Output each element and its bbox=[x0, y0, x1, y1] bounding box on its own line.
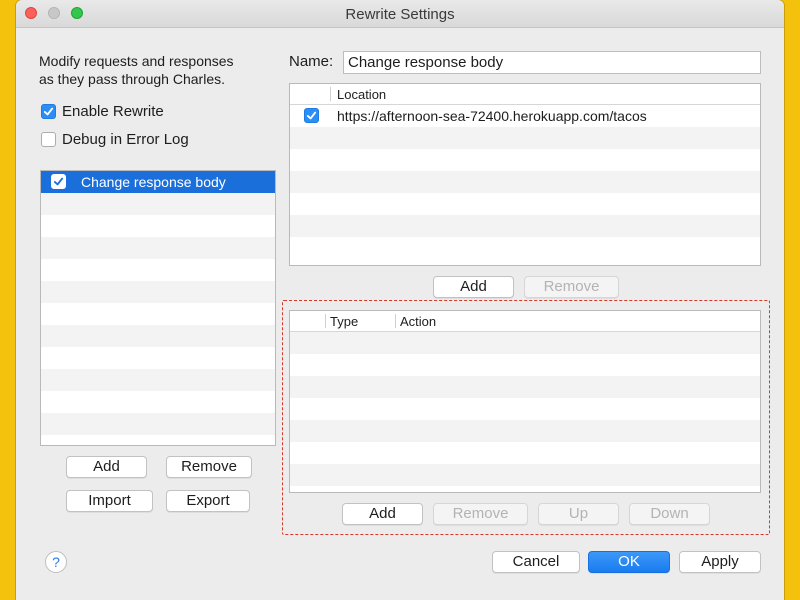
empty-row bbox=[41, 413, 275, 435]
enable-rewrite-checkbox[interactable] bbox=[41, 104, 56, 119]
location-enabled-checkbox[interactable] bbox=[304, 108, 319, 123]
import-button[interactable]: Import bbox=[66, 490, 153, 512]
window-title: Rewrite Settings bbox=[345, 6, 455, 23]
column-separator bbox=[325, 314, 326, 328]
empty-row bbox=[290, 398, 760, 420]
rules-table-header: Type Action bbox=[290, 311, 760, 332]
rewrite-set-label[interactable]: Change response body bbox=[81, 174, 226, 190]
empty-row bbox=[41, 391, 275, 413]
empty-row bbox=[41, 215, 275, 237]
empty-row bbox=[41, 259, 275, 281]
locations-table-header: Location bbox=[290, 84, 760, 105]
title-bar: Rewrite Settings bbox=[16, 0, 784, 28]
debug-error-log-label[interactable]: Debug in Error Log bbox=[62, 131, 189, 148]
debug-error-log-checkbox[interactable] bbox=[41, 132, 56, 147]
empty-row bbox=[41, 193, 275, 215]
intro-text: Modify requests and responses as they pa… bbox=[39, 52, 234, 88]
empty-row bbox=[290, 420, 760, 442]
name-field[interactable]: Change response body bbox=[343, 51, 761, 74]
empty-row bbox=[41, 369, 275, 391]
checkmark-icon bbox=[43, 107, 54, 116]
empty-row bbox=[290, 376, 760, 398]
column-separator bbox=[395, 314, 396, 328]
move-rule-up-button[interactable]: Up bbox=[538, 503, 619, 525]
apply-button[interactable]: Apply bbox=[679, 551, 761, 573]
checkmark-icon bbox=[53, 177, 64, 186]
add-rule-button[interactable]: Add bbox=[342, 503, 423, 525]
empty-row bbox=[41, 303, 275, 325]
empty-row bbox=[290, 442, 760, 464]
empty-row bbox=[290, 171, 760, 193]
empty-row bbox=[290, 354, 760, 376]
action-column-header[interactable]: Action bbox=[400, 314, 436, 329]
location-row[interactable]: https://afternoon-sea-72400.herokuapp.co… bbox=[290, 105, 760, 127]
empty-row bbox=[290, 464, 760, 486]
add-location-button[interactable]: Add bbox=[433, 276, 514, 298]
rewrite-settings-window: Rewrite Settings Modify requests and res… bbox=[16, 0, 784, 600]
remove-rule-button[interactable]: Remove bbox=[433, 503, 528, 525]
export-button[interactable]: Export bbox=[166, 490, 250, 512]
empty-row bbox=[290, 237, 760, 259]
location-column-header[interactable]: Location bbox=[337, 87, 386, 102]
empty-row bbox=[41, 237, 275, 259]
move-rule-down-button[interactable]: Down bbox=[629, 503, 710, 525]
location-url[interactable]: https://afternoon-sea-72400.herokuapp.co… bbox=[337, 108, 647, 124]
intro-line-2: as they pass through Charles. bbox=[39, 71, 225, 87]
remove-location-button[interactable]: Remove bbox=[524, 276, 619, 298]
cancel-button[interactable]: Cancel bbox=[492, 551, 580, 573]
rules-table[interactable]: Type Action bbox=[289, 310, 761, 493]
ok-button[interactable]: OK bbox=[588, 551, 670, 573]
remove-rewrite-set-button[interactable]: Remove bbox=[166, 456, 252, 478]
intro-line-1: Modify requests and responses bbox=[39, 53, 234, 69]
column-separator bbox=[330, 87, 331, 101]
empty-row bbox=[41, 347, 275, 369]
name-label: Name: bbox=[289, 53, 334, 70]
empty-row bbox=[290, 193, 760, 215]
locations-table[interactable]: Location https://afternoon-sea-72400.her… bbox=[289, 83, 761, 266]
empty-row bbox=[290, 149, 760, 171]
rewrite-set-item[interactable]: Change response body bbox=[41, 171, 275, 193]
help-button[interactable]: ? bbox=[45, 551, 67, 573]
type-column-header[interactable]: Type bbox=[330, 314, 358, 329]
checkmark-icon bbox=[306, 111, 317, 120]
empty-row bbox=[290, 127, 760, 149]
rewrite-sets-list[interactable]: Change response body bbox=[40, 170, 276, 446]
add-rewrite-set-button[interactable]: Add bbox=[66, 456, 147, 478]
rewrite-set-enabled-checkbox[interactable] bbox=[51, 174, 66, 189]
enable-rewrite-label[interactable]: Enable Rewrite bbox=[62, 103, 164, 120]
empty-row bbox=[290, 215, 760, 237]
empty-row bbox=[41, 281, 275, 303]
empty-row bbox=[290, 332, 760, 354]
empty-row bbox=[41, 325, 275, 347]
